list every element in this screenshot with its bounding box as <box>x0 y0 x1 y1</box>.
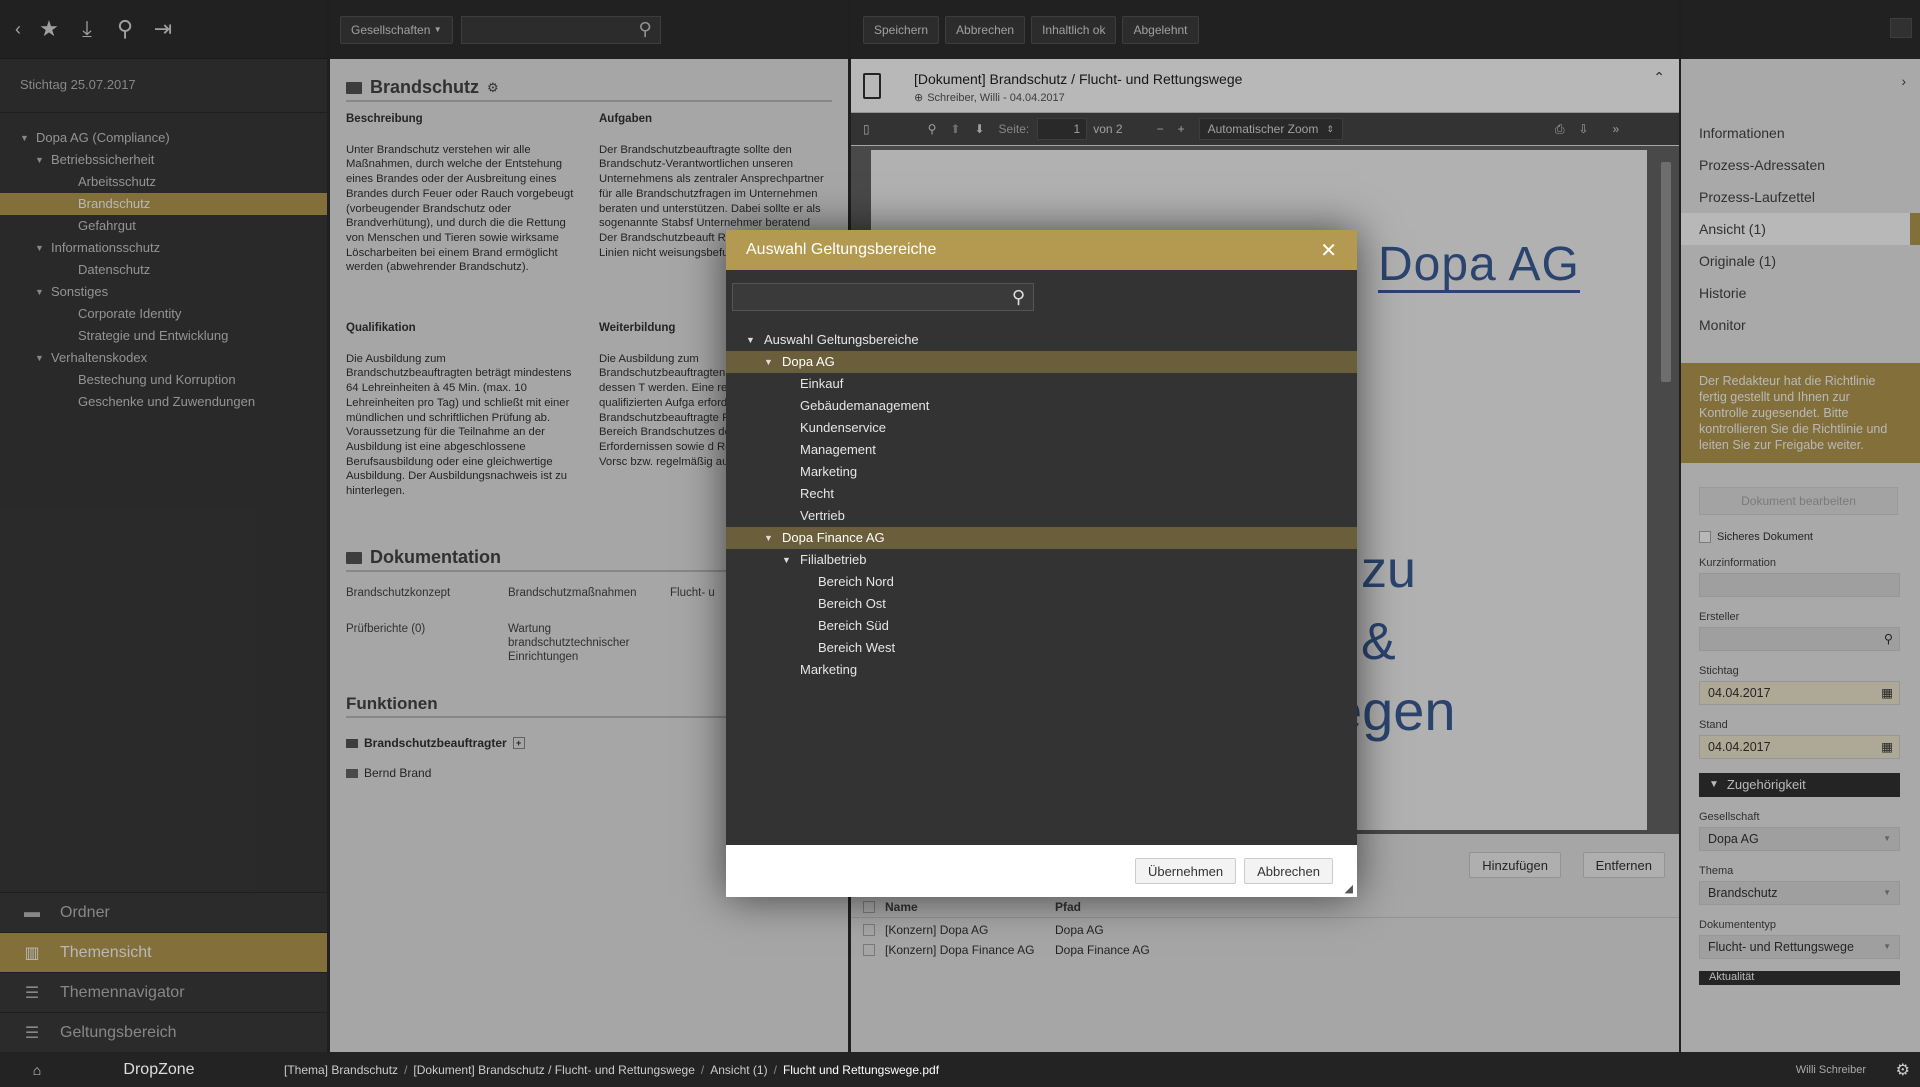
scope-tree-label: Gebäudemanagement <box>800 398 930 413</box>
dialog-title: Auswahl Geltungsbereiche <box>746 241 937 258</box>
scope-tree-label: Dopa AG <box>782 354 835 369</box>
resize-handle-icon[interactable]: ◢ <box>1345 882 1353 895</box>
scope-tree-item[interactable]: Vertrieb <box>726 505 1357 527</box>
scope-tree-label: Bereich West <box>818 640 896 655</box>
scope-tree-label: Management <box>800 442 876 457</box>
scope-tree-item[interactable]: ▼ Dopa AG <box>726 351 1357 373</box>
scope-tree-item[interactable]: Recht <box>726 483 1357 505</box>
scope-tree-label: Marketing <box>800 662 858 677</box>
caret-down-icon[interactable]: ▼ <box>764 351 776 373</box>
scope-tree-item[interactable]: Bereich Ost <box>726 593 1357 615</box>
dialog-footer: Übernehmen Abbrechen ◢ <box>726 845 1357 897</box>
dialog-cancel-button[interactable]: Abbrechen <box>1244 858 1333 884</box>
scope-tree-item[interactable]: Bereich Süd <box>726 615 1357 637</box>
breadcrumb-separator: / <box>404 1062 408 1077</box>
scope-tree-item[interactable]: Bereich West <box>726 637 1357 659</box>
breadcrumb-item[interactable]: [Dokument] Brandschutz / Flucht- und Ret… <box>413 1063 694 1077</box>
scope-tree: ▼ Auswahl Geltungsbereiche ▼ Dopa AG Einkauf… <box>726 329 1357 681</box>
breadcrumb-separator: / <box>773 1062 777 1077</box>
scope-tree-label: Filialbetrieb <box>800 552 867 567</box>
scope-tree-item[interactable]: Gebäudemanagement <box>726 395 1357 417</box>
scope-tree-label: Bereich Ost <box>818 596 886 611</box>
scope-tree-item[interactable]: Einkauf <box>726 373 1357 395</box>
scope-tree-label: Bereich Süd <box>818 618 889 633</box>
scope-dialog: Auswahl Geltungsbereiche ✕ ⚲ ▼ Auswahl Ge… <box>726 230 1357 897</box>
current-user[interactable]: Willi Schreiber <box>1796 1064 1866 1076</box>
home-icon[interactable]: ⌂ <box>0 1062 74 1078</box>
close-icon[interactable]: ✕ <box>1320 238 1337 263</box>
scope-tree-label: Marketing <box>800 464 858 479</box>
scope-tree-label: Auswahl Geltungsbereiche <box>764 332 919 347</box>
caret-down-icon[interactable]: ▼ <box>764 527 776 549</box>
status-bar: ⌂ DropZone [Thema] Brandschutz / [Dokument… <box>0 1052 1920 1087</box>
breadcrumb-item[interactable]: [Thema] Brandschutz <box>284 1063 398 1077</box>
scope-tree-item[interactable]: ▼ Auswahl Geltungsbereiche <box>726 329 1357 351</box>
breadcrumb: [Thema] Brandschutz / [Dokument] Brandschu… <box>284 1063 939 1077</box>
scope-tree-label: Vertrieb <box>800 508 845 523</box>
scope-tree-item[interactable]: Marketing <box>726 659 1357 681</box>
search-icon: ⚲ <box>1011 286 1025 307</box>
dialog-header: Auswahl Geltungsbereiche ✕ <box>726 230 1357 270</box>
scope-tree-label: Einkauf <box>800 376 844 391</box>
scope-tree-label: Dopa Finance AG <box>782 530 885 545</box>
scope-tree-label: Kundenservice <box>800 420 886 435</box>
scope-tree-item[interactable]: Management <box>726 439 1357 461</box>
app-window: ‹ ★ ⤓ ⚲ ⇥ Stichtag 25.07.2017 ▼ Dopa AG (… <box>0 0 1920 1087</box>
scope-tree-label: Recht <box>800 486 834 501</box>
apply-button[interactable]: Übernehmen <box>1134 858 1237 884</box>
breadcrumb-item[interactable]: Ansicht (1) <box>710 1063 767 1077</box>
caret-down-icon[interactable]: ▼ <box>746 329 758 351</box>
gear-icon[interactable]: ⚙ <box>1896 1060 1910 1080</box>
scope-tree-item[interactable]: ▼ Dopa Finance AG <box>726 527 1357 549</box>
scope-tree-item[interactable]: Kundenservice <box>726 417 1357 439</box>
scope-tree-item[interactable]: Marketing <box>726 461 1357 483</box>
scope-tree-label: Bereich Nord <box>818 574 894 589</box>
dropzone[interactable]: DropZone <box>74 1061 244 1079</box>
breadcrumb-separator: / <box>700 1062 705 1077</box>
caret-down-icon[interactable]: ▼ <box>782 549 794 571</box>
scope-tree-item[interactable]: ▼ Filialbetrieb <box>726 549 1357 571</box>
dialog-search-input[interactable]: ⚲ <box>732 283 1034 311</box>
breadcrumb-item[interactable]: Flucht und Rettungswege.pdf <box>783 1063 939 1077</box>
scope-tree-item[interactable]: Bereich Nord <box>726 571 1357 593</box>
